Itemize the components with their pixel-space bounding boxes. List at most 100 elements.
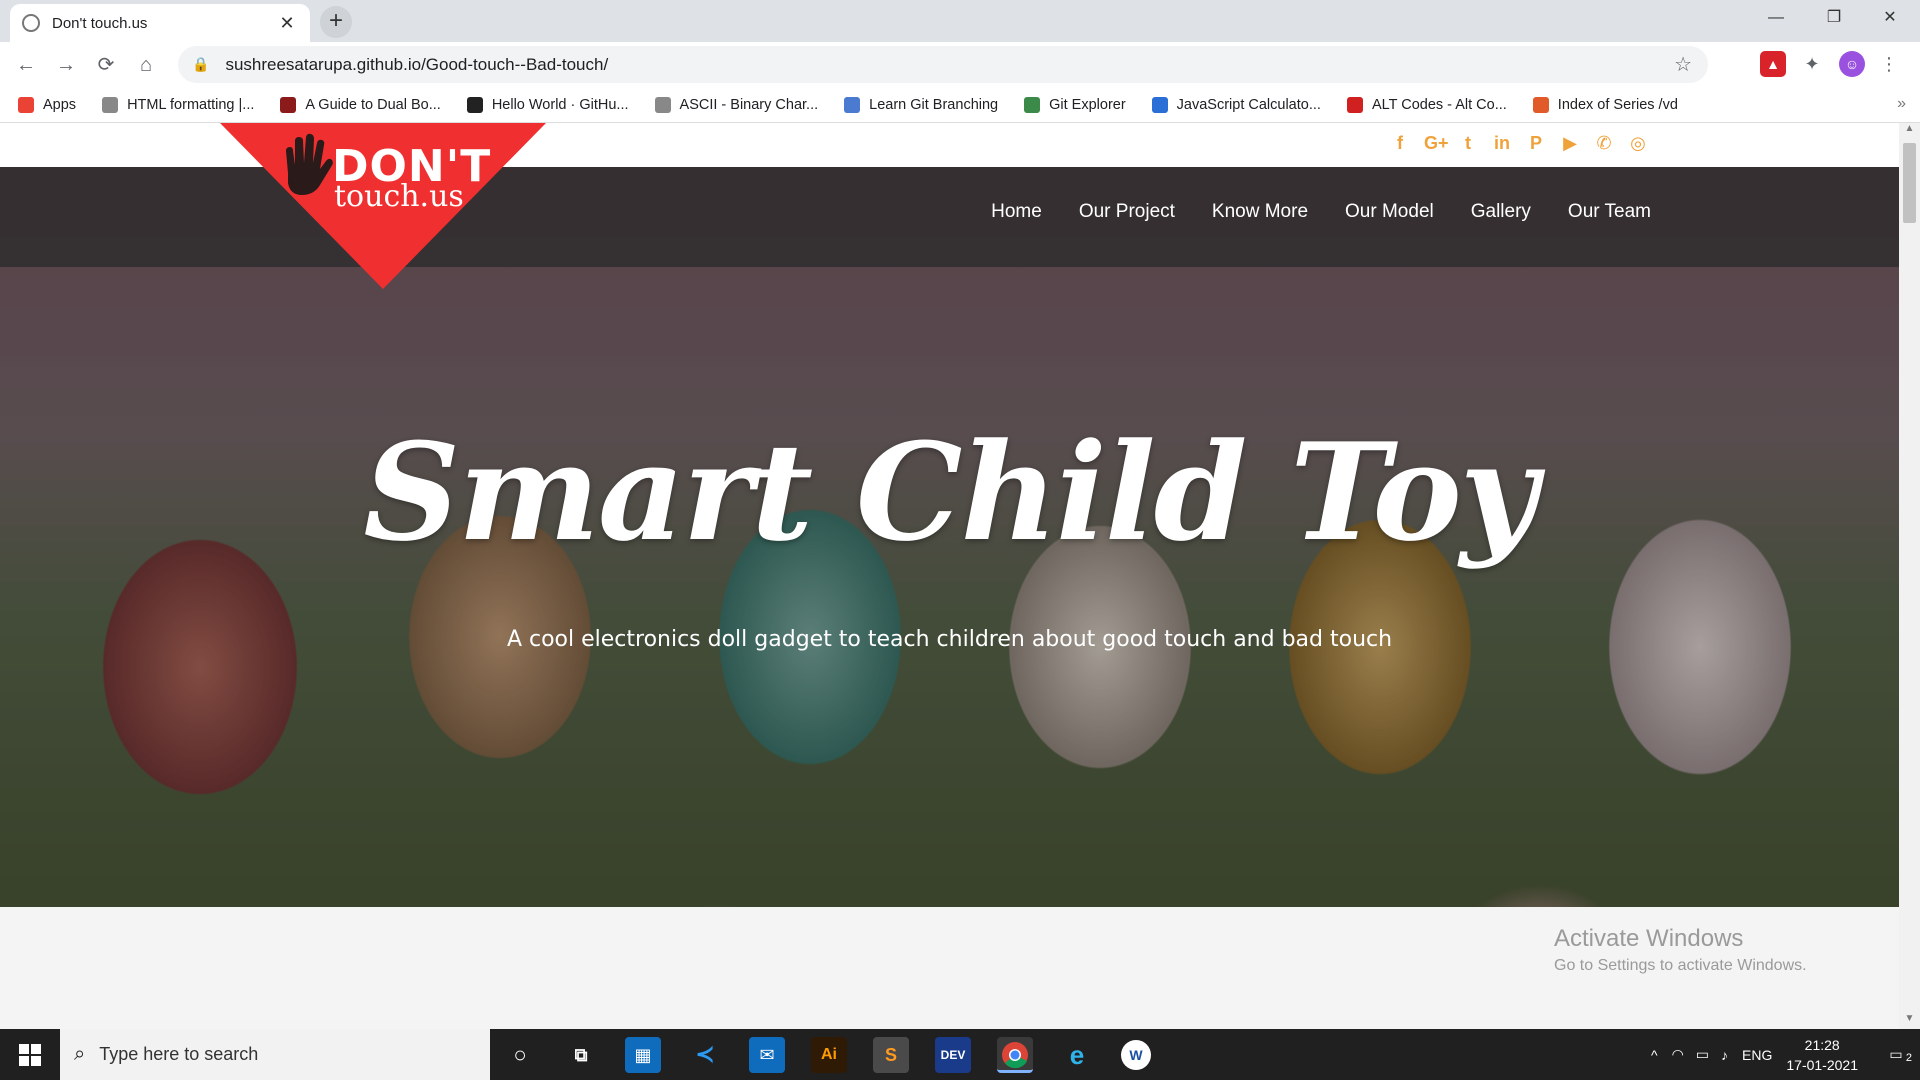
new-tab-button[interactable]: + (320, 6, 352, 38)
illustrator-icon[interactable]: Ai (811, 1037, 847, 1073)
bookmark-item[interactable]: ALT Codes - Alt Co... (1346, 96, 1507, 113)
forward-button[interactable]: → (46, 45, 86, 85)
home-button[interactable]: ⌂ (126, 45, 166, 85)
minimize-button[interactable]: — (1748, 0, 1804, 38)
scroll-thumb[interactable] (1903, 143, 1916, 223)
bookmark-item[interactable]: HTML formatting |... (102, 96, 255, 113)
sublime-icon[interactable]: S (873, 1037, 909, 1073)
bookmark-label: Index of Series /vd (1557, 96, 1678, 113)
cortana-icon[interactable]: ○ (502, 1037, 538, 1073)
star-icon[interactable]: ☆ (1674, 52, 1692, 77)
bookmark-item[interactable]: Git Explorer (1024, 96, 1126, 113)
globe-icon (654, 96, 671, 113)
bookmarks-overflow-icon[interactable]: » (1897, 95, 1906, 113)
bookmark-item[interactable]: A Guide to Dual Bo... (280, 96, 441, 113)
vscode-icon[interactable]: ≺ (687, 1037, 723, 1073)
linkedin-icon[interactable]: in (1492, 133, 1512, 154)
mail-icon[interactable]: ✉ (749, 1037, 785, 1073)
globe-icon (102, 96, 119, 113)
bookmark-item[interactable]: ASCII - Binary Char... (654, 96, 819, 113)
bookmark-item[interactable]: JavaScript Calculato... (1151, 96, 1321, 113)
notifications-button[interactable]: ▭ 2 (1872, 1046, 1920, 1064)
language-indicator[interactable]: ENG (1742, 1047, 1772, 1063)
browser-tab[interactable]: Don't touch.us ✕ (10, 4, 310, 42)
bookmark-item[interactable]: Apps (18, 96, 76, 113)
bookmark-item[interactable]: Hello World · GitHu... (466, 96, 629, 113)
close-tab-button[interactable]: ✕ (276, 13, 298, 34)
screen: Don't touch.us ✕ + — ❐ ✕ ← → ⟳ ⌂ 🔒 sushr… (0, 0, 1920, 1080)
camera-icon[interactable]: ◎ (1628, 133, 1648, 154)
pdf-extension-icon[interactable]: ▲ (1760, 51, 1786, 77)
site-logo[interactable]: DON'T touch.us (220, 123, 546, 295)
address-bar[interactable]: 🔒 sushreesatarupa.github.io/Good-touch--… (178, 46, 1708, 83)
edge-icon[interactable]: e (1059, 1037, 1095, 1073)
twitter-icon[interactable]: t (1458, 133, 1478, 154)
nav-link-gallery[interactable]: Gallery (1471, 201, 1531, 223)
bookmark-icon (280, 96, 297, 113)
chrome-icon[interactable] (997, 1037, 1033, 1073)
git-branch-icon (844, 96, 861, 113)
volume-icon[interactable]: ♪ (1721, 1047, 1728, 1063)
bookmark-item[interactable]: Learn Git Branching (844, 96, 999, 113)
google-plus-icon[interactable]: G+ (1424, 133, 1449, 154)
e-icon (1151, 96, 1168, 113)
scroll-down-icon[interactable]: ▼ (1899, 1013, 1920, 1029)
extensions-icon[interactable]: ✦ (1799, 51, 1825, 77)
battery-icon[interactable]: ▭ (1696, 1046, 1709, 1063)
bookmark-item[interactable]: Index of Series /vd (1532, 96, 1678, 113)
activate-title: Activate Windows (1554, 925, 1744, 952)
notification-icon: ▭ (1889, 1046, 1903, 1062)
task-view-icon[interactable]: ⧉ (563, 1037, 599, 1073)
start-button[interactable] (0, 1029, 60, 1080)
profile-avatar[interactable]: ☺ (1839, 51, 1865, 77)
nav-link-know-more[interactable]: Know More (1212, 201, 1308, 223)
nav-link-home[interactable]: Home (991, 201, 1042, 223)
facebook-icon[interactable]: f (1390, 133, 1410, 154)
store-icon[interactable]: ▦ (625, 1037, 661, 1073)
windows-icon (19, 1043, 41, 1066)
chevron-up-icon[interactable]: ^ (1651, 1047, 1658, 1063)
url-text: sushreesatarupa.github.io/Good-touch--Ba… (225, 54, 609, 74)
bookmark-label: Git Explorer (1049, 96, 1126, 113)
back-button[interactable]: ← (6, 45, 46, 85)
hand-icon (286, 133, 333, 195)
windows-taskbar: ⌕ Type here to search ○ ⧉ ▦ ≺ ✉ Ai S DEV… (0, 1029, 1920, 1080)
bookmark-label: Learn Git Branching (869, 96, 999, 113)
youtube-icon[interactable]: ▶ (1560, 133, 1580, 154)
page-scrollbar[interactable]: ▲ ▼ (1899, 123, 1920, 1029)
menu-icon[interactable]: ⋮ (1876, 51, 1902, 77)
clock-date: 17-01-2021 (1786, 1056, 1858, 1073)
close-window-button[interactable]: ✕ (1862, 0, 1918, 38)
bookmark-label: ASCII - Binary Char... (679, 96, 819, 113)
pinterest-icon[interactable]: P (1526, 133, 1546, 154)
notification-count: 2 (1905, 1052, 1912, 1064)
bookmark-label: A Guide to Dual Bo... (305, 96, 441, 113)
nav-link-our-team[interactable]: Our Team (1568, 201, 1651, 223)
clock[interactable]: 21:28 17-01-2021 (1786, 1035, 1858, 1075)
bookmark-label: Hello World · GitHu... (491, 96, 629, 113)
logo-line-2: touch.us (334, 179, 464, 214)
nav-menu: Home Our Project Know More Our Model Gallery… (991, 201, 1651, 223)
bookmark-label: HTML formatting |... (127, 96, 255, 113)
index-icon (1532, 96, 1549, 113)
search-icon: ⌕ (74, 1043, 86, 1065)
alt-icon (1346, 96, 1363, 113)
browser-toolbar: ← → ⟳ ⌂ 🔒 sushreesatarupa.github.io/Good… (0, 42, 1920, 87)
page-viewport: f G+ t in P ▶ ✆ ◎ Home Our Project Know More Our M… (0, 123, 1899, 1029)
reload-button[interactable]: ⟳ (86, 45, 126, 85)
nav-link-our-project[interactable]: Our Project (1079, 201, 1175, 223)
tab-strip: Don't touch.us ✕ + — ❐ ✕ (0, 0, 1920, 42)
restore-button[interactable]: ❐ (1806, 0, 1862, 38)
github-icon (466, 96, 483, 113)
devcpp-icon[interactable]: DEV (935, 1037, 971, 1073)
wifi-icon[interactable]: ◠ (1672, 1046, 1684, 1063)
app-w-icon[interactable]: W (1121, 1040, 1151, 1070)
scroll-up-icon[interactable]: ▲ (1899, 123, 1920, 139)
apps-icon (18, 96, 34, 113)
tab-title: Don't touch.us (52, 14, 148, 32)
phone-icon[interactable]: ✆ (1594, 133, 1614, 154)
taskbar-search[interactable]: ⌕ Type here to search (60, 1029, 490, 1080)
lock-icon: 🔒 (192, 56, 210, 72)
nav-link-our-model[interactable]: Our Model (1345, 201, 1434, 223)
social-links: f G+ t in P ▶ ✆ ◎ (1390, 133, 1648, 154)
